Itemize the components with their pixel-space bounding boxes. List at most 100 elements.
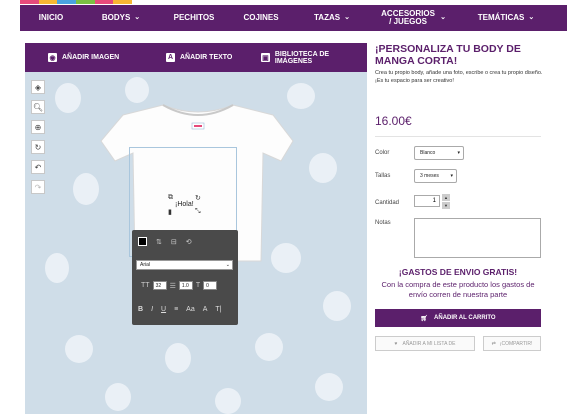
letter-spacing-input[interactable]: 0 bbox=[203, 281, 218, 290]
nav-label: ACCESORIOS / JUEGOS bbox=[381, 9, 435, 26]
designer-toolbar: ◉ AÑADIR IMAGEN A AÑADIR TEXTO ▣ BIBLIOTECA… bbox=[25, 43, 367, 72]
nav-item-pechitos[interactable]: PECHITOS bbox=[160, 5, 228, 31]
size-select-value: 3 meses bbox=[420, 173, 439, 179]
shipping-title: ¡GASTOS DE ENVIO GRATIS! bbox=[398, 267, 518, 277]
pattern-blob bbox=[255, 333, 283, 361]
pattern-blob bbox=[315, 373, 343, 401]
layers-icon[interactable]: ◈ bbox=[31, 80, 45, 94]
product-info: ¡PERSONALIZA TU BODY DE MANGA CORTA! Cre… bbox=[375, 43, 545, 85]
text-color-swatch[interactable] bbox=[138, 237, 147, 246]
add-text-label: AÑADIR TEXTO bbox=[180, 54, 233, 61]
pattern-blob bbox=[215, 388, 241, 414]
text-align-icon[interactable]: ≡ bbox=[174, 306, 178, 313]
image-library-button[interactable]: ▣ BIBLIOTECA DE IMÁGENES bbox=[261, 43, 367, 72]
camera-icon: ◉ bbox=[48, 53, 57, 62]
rotate-icon[interactable]: ↻ bbox=[31, 140, 45, 154]
color-select[interactable]: Blanco ▾ bbox=[414, 146, 464, 160]
nav-label: INICIO bbox=[38, 13, 64, 22]
add-image-label: AÑADIR IMAGEN bbox=[62, 54, 120, 61]
align-icon[interactable]: ⊟ bbox=[171, 238, 177, 246]
flip-icon[interactable]: ⇅ bbox=[156, 238, 162, 246]
duplicate-icon[interactable]: ⧉ bbox=[168, 194, 173, 202]
size-select[interactable]: 3 meses ▾ bbox=[414, 169, 457, 183]
product-title: ¡PERSONALIZA TU BODY DE MANGA CORTA! bbox=[375, 43, 521, 67]
nav-item-tazas[interactable]: TAZAS ⌄ bbox=[294, 5, 370, 31]
nav-item-accesorios[interactable]: ACCESORIOS / JUEGOS ⌄ bbox=[370, 5, 456, 31]
notes-textarea[interactable] bbox=[414, 218, 541, 258]
side-toolbar: ◈ 🔍︎ ⊕ ↻ ↶ ↷ bbox=[31, 80, 45, 200]
quantity-stepper: ▲ ▼ bbox=[442, 194, 450, 210]
redo-icon[interactable]: ↷ bbox=[31, 180, 45, 194]
nav-item-cojines[interactable]: COJINES bbox=[228, 5, 294, 31]
wishlist-label: AÑADIR A MI LISTA DE bbox=[402, 340, 456, 347]
font-select-value: Arial bbox=[140, 262, 151, 268]
nav-label: PECHITOS bbox=[173, 13, 215, 22]
font-size-input[interactable]: 32 bbox=[152, 281, 167, 290]
product-designer[interactable]: ◉ AÑADIR IMAGEN A AÑADIR TEXTO ▣ BIBLIOTECA… bbox=[25, 43, 367, 414]
nav-label: BODYS bbox=[101, 13, 131, 22]
notes-label: Notas bbox=[375, 220, 391, 226]
delete-icon[interactable]: ▮ bbox=[168, 208, 172, 216]
chevron-down-icon: ⌄ bbox=[134, 14, 141, 21]
line-height-icon: ☰ bbox=[169, 282, 176, 290]
share-button[interactable]: ⇄ ¡COMPARTIR! bbox=[483, 336, 541, 351]
chevron-down-icon: ⌄ bbox=[440, 14, 446, 21]
zoom-out-icon[interactable]: 🔍︎ bbox=[31, 100, 45, 114]
pattern-blob bbox=[45, 253, 69, 283]
add-to-cart-label: AÑADIR AL CARRITO bbox=[434, 315, 496, 321]
image-library-label: BIBLIOTECA DE IMÁGENES bbox=[274, 50, 330, 65]
share-label: ¡COMPARTIR! bbox=[499, 340, 533, 347]
increment-button[interactable]: ▲ bbox=[442, 194, 450, 201]
refresh-icon[interactable]: ⟲ bbox=[186, 238, 192, 246]
nav-label: TEMÁTICAS bbox=[477, 13, 525, 22]
add-to-cart-button[interactable]: 🛒︎ AÑADIR AL CARRITO bbox=[375, 309, 541, 327]
lowercase-icon[interactable]: Aa bbox=[186, 306, 195, 313]
pattern-blob bbox=[105, 383, 131, 411]
shipping-text: Con la compra de este producto los gasto… bbox=[381, 280, 535, 299]
pattern-blob bbox=[165, 343, 191, 373]
uppercase-icon[interactable]: A bbox=[203, 306, 208, 313]
chevron-down-icon: ⌄ bbox=[225, 262, 230, 268]
chevron-down-icon: ▾ bbox=[457, 150, 460, 156]
text-icon: A bbox=[166, 53, 175, 62]
resize-handle-icon[interactable]: ⤡ bbox=[195, 208, 201, 216]
italic-icon[interactable]: I bbox=[151, 306, 153, 313]
nav-label: TAZAS bbox=[314, 13, 341, 22]
main-nav: INICIO BODYS ⌄ PECHITOS COJINES TAZAS ⌄ AC… bbox=[20, 5, 567, 31]
add-text-button[interactable]: A AÑADIR TEXTO bbox=[166, 43, 232, 72]
undo-icon[interactable]: ↶ bbox=[31, 160, 45, 174]
decrement-button[interactable]: ▼ bbox=[442, 202, 450, 209]
rotate-handle-icon[interactable]: ↻ bbox=[195, 194, 201, 202]
nav-item-inicio[interactable]: INICIO bbox=[20, 5, 82, 31]
nav-item-bodys[interactable]: BODYS ⌄ bbox=[82, 5, 160, 31]
chevron-down-icon: ⌄ bbox=[344, 14, 350, 21]
letter-spacing-icon: T bbox=[195, 282, 201, 289]
text-transform-icon[interactable]: T| bbox=[215, 306, 221, 313]
line-height-input[interactable]: 1.0 bbox=[178, 281, 193, 290]
quantity-input[interactable]: 1 bbox=[414, 195, 440, 207]
brand-logo-strip bbox=[20, 0, 133, 4]
font-size-icon: TT bbox=[141, 282, 150, 289]
chevron-down-icon: ⌄ bbox=[528, 14, 535, 21]
nav-item-tematicas[interactable]: TEMÁTICAS ⌄ bbox=[456, 5, 556, 31]
pattern-blob bbox=[125, 77, 149, 103]
pattern-blob bbox=[309, 153, 337, 183]
nav-label: COJINES bbox=[243, 13, 279, 22]
wishlist-button[interactable]: ♥ AÑADIR A MI LISTA DE bbox=[375, 336, 475, 351]
add-image-button[interactable]: ◉ AÑADIR IMAGEN bbox=[48, 43, 119, 72]
color-select-value: Blanco bbox=[420, 150, 436, 156]
zoom-in-icon[interactable]: ⊕ bbox=[31, 120, 45, 134]
divider bbox=[375, 136, 541, 137]
design-text-object[interactable]: ¡Hola! bbox=[175, 201, 194, 208]
product-price: 16.00€ bbox=[375, 114, 412, 128]
pattern-blob bbox=[323, 291, 351, 321]
size-label: Tallas bbox=[375, 173, 391, 179]
product-description: Crea tu propio body, añade una foto, esc… bbox=[375, 70, 543, 84]
bold-icon[interactable]: B bbox=[138, 306, 143, 313]
share-icon: ⇄ bbox=[491, 340, 496, 347]
chevron-down-icon: ▾ bbox=[450, 173, 453, 179]
font-select[interactable]: Arial ⌄ bbox=[136, 260, 233, 270]
underline-icon[interactable]: U bbox=[161, 306, 166, 313]
pattern-blob bbox=[55, 83, 81, 113]
cart-icon: 🛒︎ bbox=[420, 315, 429, 322]
